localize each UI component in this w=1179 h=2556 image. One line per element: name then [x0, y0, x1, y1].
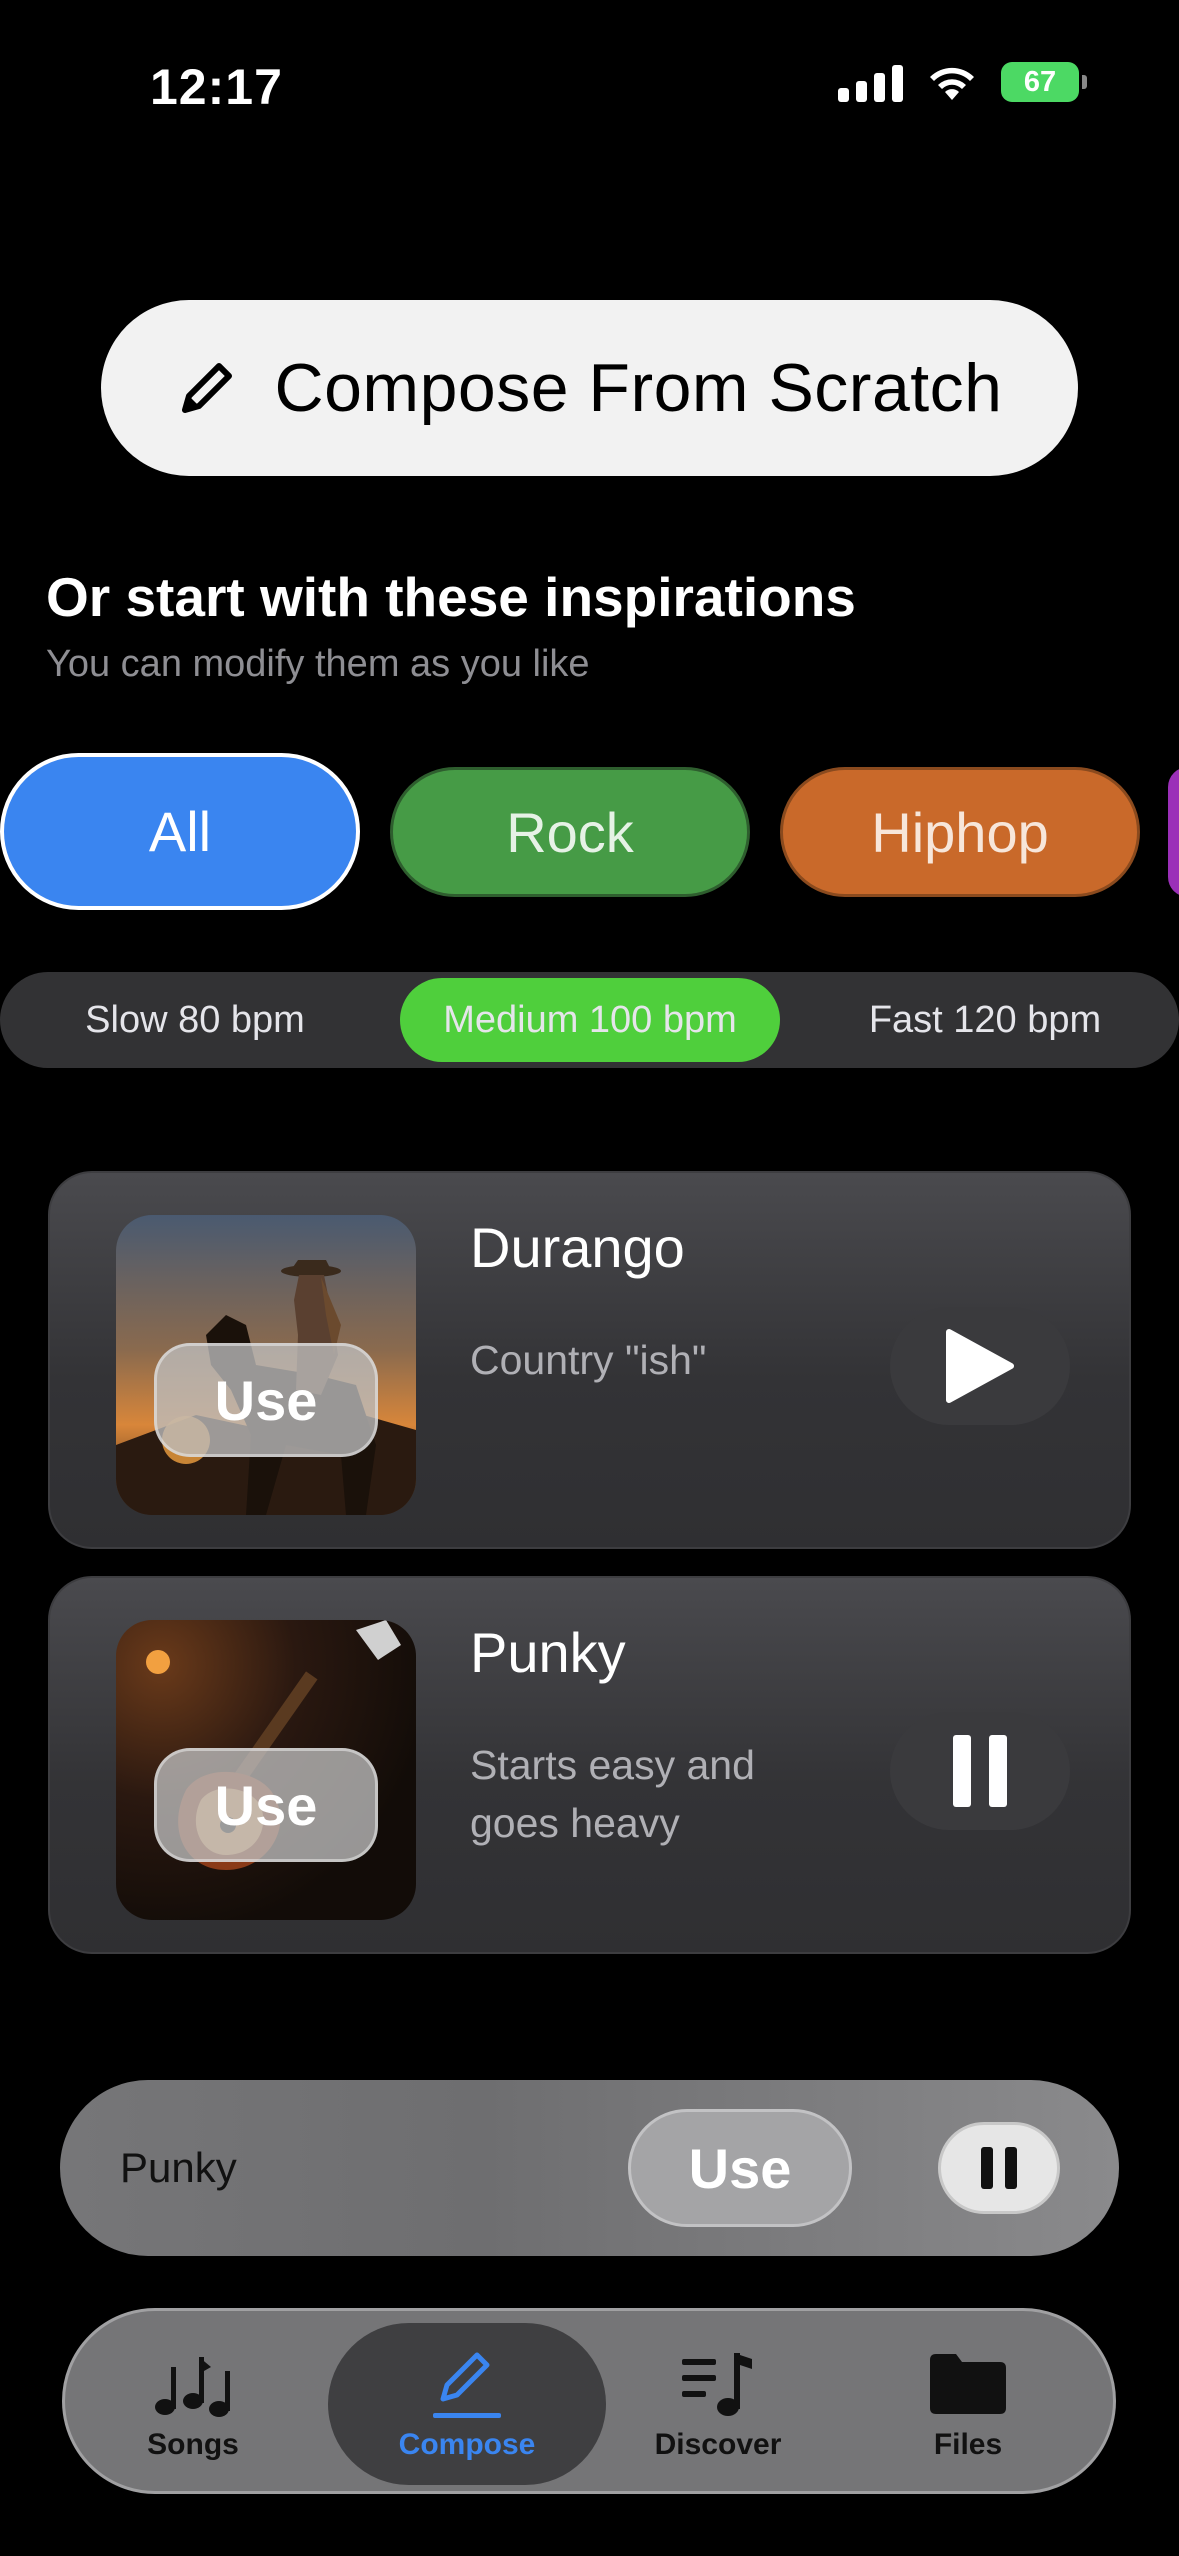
tab-discover[interactable]: Discover	[593, 2311, 843, 2497]
inspirations-subtitle: You can modify them as you like	[46, 643, 590, 685]
inspiration-card-durango: Use Durango Country "ish"	[48, 1171, 1131, 1549]
tempo-selector: Slow 80 bpm Medium 100 bpm Fast 120 bpm	[0, 972, 1179, 1068]
compose-from-scratch-label: Compose From Scratch	[274, 350, 1003, 426]
tab-files[interactable]: Files	[843, 2311, 1093, 2497]
music-list-icon	[682, 2353, 752, 2416]
wifi-icon	[930, 67, 974, 100]
inspiration-card-punky: Use Punky Starts easy and goes heavy	[48, 1576, 1131, 1954]
tab-songs[interactable]: Songs	[68, 2311, 318, 2497]
tempo-slow[interactable]: Slow 80 bpm	[40, 978, 350, 1062]
durango-use-button[interactable]: Use	[154, 1343, 378, 1457]
music-notes-icon	[155, 2357, 230, 2417]
mini-player-title: Punky	[120, 2144, 237, 2191]
genre-chip-hiphop[interactable]: Hiphop	[780, 767, 1140, 897]
status-icons: 67	[838, 62, 1087, 102]
pause-icon-bar	[981, 2147, 993, 2189]
mini-player: Punky Use	[60, 2080, 1119, 2256]
pencil-underline-icon	[433, 2352, 501, 2418]
mini-player-pause-button[interactable]	[938, 2122, 1060, 2214]
tab-songs-label: Songs	[147, 2428, 239, 2461]
pause-icon	[953, 1735, 1007, 1807]
tempo-medium[interactable]: Medium 100 bpm	[400, 978, 780, 1062]
punky-use-button[interactable]: Use	[154, 1748, 378, 1862]
durango-play-button[interactable]	[890, 1307, 1070, 1425]
tempo-fast[interactable]: Fast 120 bpm	[820, 978, 1150, 1062]
genre-chip-more[interactable]	[1168, 767, 1179, 897]
punky-pause-button[interactable]	[890, 1712, 1070, 1830]
pencil-icon	[181, 363, 232, 413]
punky-description: Starts easy and goes heavy	[470, 1742, 755, 1846]
signal-icon	[838, 62, 903, 102]
compose-from-scratch-button[interactable]: Compose From Scratch	[101, 300, 1078, 476]
pause-icon-bar	[1005, 2147, 1017, 2189]
genre-filter: All Rock Hiphop	[0, 753, 1179, 913]
punky-title: Punky	[470, 1621, 626, 1684]
battery-level: 67	[1023, 65, 1057, 98]
tab-bar: Songs Compose Discover Files	[62, 2308, 1116, 2494]
status-time: 12:17	[150, 59, 283, 115]
durango-title: Durango	[470, 1216, 685, 1279]
tab-compose-label: Compose	[398, 2428, 536, 2461]
battery-icon: 67	[1001, 62, 1087, 102]
tab-compose[interactable]: Compose	[328, 2323, 606, 2485]
folder-icon	[930, 2354, 1006, 2414]
genre-chip-rock[interactable]: Rock	[390, 767, 750, 897]
durango-description: Country "ish"	[470, 1337, 707, 1383]
genre-chip-all[interactable]: All	[0, 753, 360, 910]
play-icon	[946, 1329, 1014, 1403]
tab-files-label: Files	[933, 2428, 1003, 2461]
tab-discover-label: Discover	[654, 2428, 782, 2461]
inspirations-title: Or start with these inspirations	[46, 566, 856, 628]
mini-player-use-button[interactable]: Use	[628, 2109, 852, 2227]
